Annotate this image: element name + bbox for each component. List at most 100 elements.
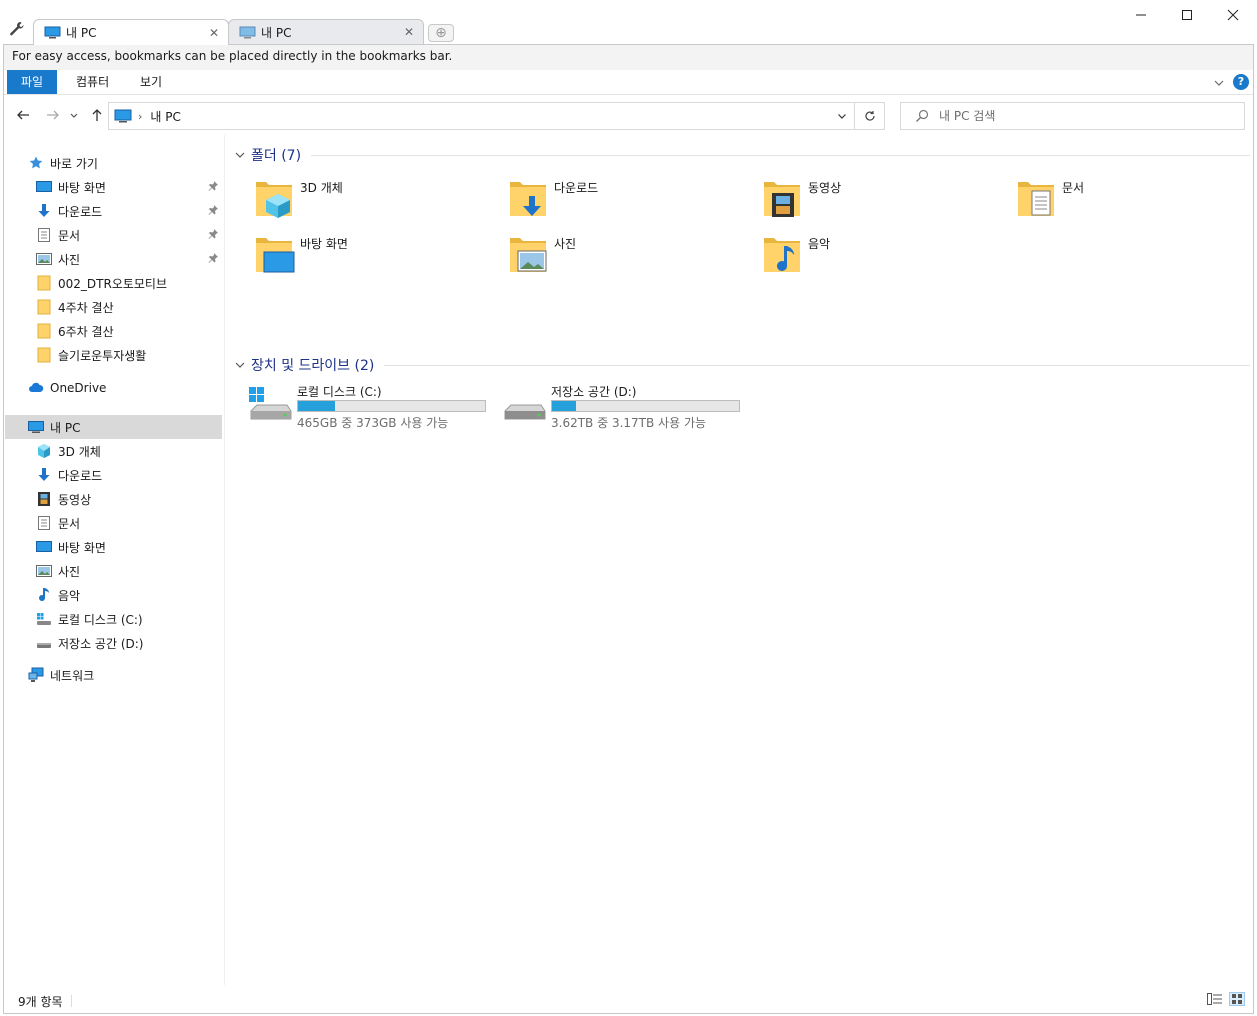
sidebar-item-pictures[interactable]: 사진 [36,247,254,271]
folder-3d-objects[interactable]: 3D 개체 [252,176,502,226]
document-icon [36,515,52,531]
folder-label: 사진 [554,237,577,251]
back-button[interactable] [14,106,32,124]
drive-name: 저장소 공간 (D:) [551,385,637,399]
close-tab-icon[interactable]: ✕ [208,26,220,40]
new-tab-button[interactable]: ⊕ [428,24,454,42]
sidebar-item-label: 슬기로운투자생활 [58,348,147,363]
download-arrow-icon [36,203,52,219]
arrow-right-icon [47,110,59,120]
sidebar-item-network[interactable]: 네트워크 [28,663,246,687]
expand-ribbon-icon[interactable] [1212,76,1226,90]
download-arrow-icon [36,467,52,483]
ribbon-tab-computer[interactable]: 컴퓨터 [64,70,121,94]
tab-my-pc-1[interactable]: 내 PC ✕ [33,19,229,45]
help-button[interactable]: ? [1233,74,1249,90]
close-tab-icon[interactable]: ✕ [403,25,415,39]
sidebar-item-desktop[interactable]: 바탕 화면 [36,175,254,199]
sidebar-item-label: 바로 가기 [50,156,98,171]
details-view-button[interactable] [1207,992,1223,1006]
sidebar-item-onedrive[interactable]: OneDrive [28,376,246,400]
sidebar-item-label: 002_DTR오토모티브 [58,276,168,291]
close-icon [1227,9,1239,21]
sidebar-item-documents[interactable]: 문서 [36,511,254,535]
bookmark-bar: For easy access, bookmarks can be placed… [3,44,1254,70]
drive-icon [504,404,546,420]
document-icon [36,227,52,243]
chevron-down-icon [70,113,78,118]
address-bar[interactable]: › 내 PC [108,102,885,130]
minimize-button[interactable] [1118,0,1164,30]
breadcrumb-my-pc[interactable]: 내 PC [150,108,830,125]
sidebar-item-downloads[interactable]: 다운로드 [36,199,254,223]
forward-button[interactable] [44,106,62,124]
sidebar-item-label: 4주차 결산 [58,300,114,315]
sidebar-item-label: 다운로드 [58,204,103,219]
sidebar-item-pictures[interactable]: 사진 [36,559,254,583]
pin-icon[interactable] [207,228,219,240]
sidebar-item-desktop[interactable]: 바탕 화면 [36,535,254,559]
sidebar-item-folder[interactable]: 6주차 결산 [36,319,254,343]
drive-usage-bar [297,400,486,412]
large-icons-view-button[interactable] [1229,992,1245,1006]
folder-documents[interactable]: 문서 [1014,176,1257,226]
folder-videos[interactable]: 동영상 [760,176,1010,226]
folders-group-header[interactable]: 폴더 (7) [234,144,1250,166]
cloud-icon [28,380,44,396]
minimize-icon [1136,14,1146,16]
sidebar-item-local-disk-c[interactable]: 로컬 디스크 (C:) [36,607,254,631]
large-icons-view-icon [1232,994,1242,1004]
address-dropdown-button[interactable] [830,103,854,129]
drive-usage-fill [552,401,577,411]
pin-icon[interactable] [207,252,219,264]
folder-downloads[interactable]: 다운로드 [506,176,756,226]
folder-pictures[interactable]: 사진 [506,232,756,282]
chevron-down-icon [235,362,245,368]
folder-desktop[interactable]: 바탕 화면 [252,232,502,282]
sidebar-item-this-pc[interactable]: 내 PC [5,415,222,439]
ribbon-tab-file[interactable]: 파일 [7,70,58,94]
sidebar-item-music[interactable]: 음악 [36,583,254,607]
chevron-down-icon [235,152,245,158]
ribbon: 파일 컴퓨터 보기 ? [4,70,1253,95]
computer-icon [44,26,61,39]
desktop-icon [36,179,52,195]
tab-my-pc-2[interactable]: 내 PC ✕ [228,19,424,44]
drive-name: 로컬 디스크 (C:) [297,385,382,399]
sidebar-item-documents[interactable]: 문서 [36,223,254,247]
wrench-icon[interactable] [8,20,26,38]
folder-icon [36,323,52,339]
sidebar-item-storage-d[interactable]: 저장소 공간 (D:) [36,631,254,655]
sidebar-item-folder[interactable]: 4주차 결산 [36,295,254,319]
chevron-down-icon [838,114,846,119]
sidebar-item-videos[interactable]: 동영상 [36,487,254,511]
sidebar-item-downloads[interactable]: 다운로드 [36,463,254,487]
folder-music[interactable]: 음악 [760,232,1010,282]
sidebar-item-label: 음악 [58,588,81,603]
music-folder-icon [764,238,800,272]
group-title: 장치 및 드라이브 (2) [251,358,375,374]
group-divider [311,154,1250,156]
sidebar-item-folder[interactable]: 슬기로운투자생활 [36,343,254,367]
refresh-button[interactable] [854,103,884,129]
group-title: 폴더 (7) [251,148,302,164]
search-input[interactable] [939,109,1244,123]
close-window-button[interactable] [1210,0,1256,30]
search-box[interactable] [900,102,1245,130]
pin-icon[interactable] [207,204,219,216]
recent-locations-button[interactable] [68,106,80,124]
drive-local-disk-c[interactable]: 로컬 디스크 (C:) 465GB 중 373GB 사용 가능 [247,383,497,433]
maximize-button[interactable] [1164,0,1210,30]
ribbon-tab-view[interactable]: 보기 [128,70,174,94]
sidebar-item-folder[interactable]: 002_DTR오토모티브 [36,271,254,295]
refresh-icon [864,111,875,121]
sidebar-item-quick-access[interactable]: 바로 가기 [28,151,246,175]
downloads-folder-icon [510,182,546,216]
drive-storage-d[interactable]: 저장소 공간 (D:) 3.62TB 중 3.17TB 사용 가능 [501,383,751,433]
drives-group-header[interactable]: 장치 및 드라이브 (2) [234,354,1250,376]
folder-label: 3D 개체 [300,181,343,195]
up-button[interactable] [88,106,106,124]
pin-icon[interactable] [207,180,219,192]
breadcrumb-separator[interactable]: › [138,110,142,123]
sidebar-item-3d-objects[interactable]: 3D 개체 [36,439,254,463]
